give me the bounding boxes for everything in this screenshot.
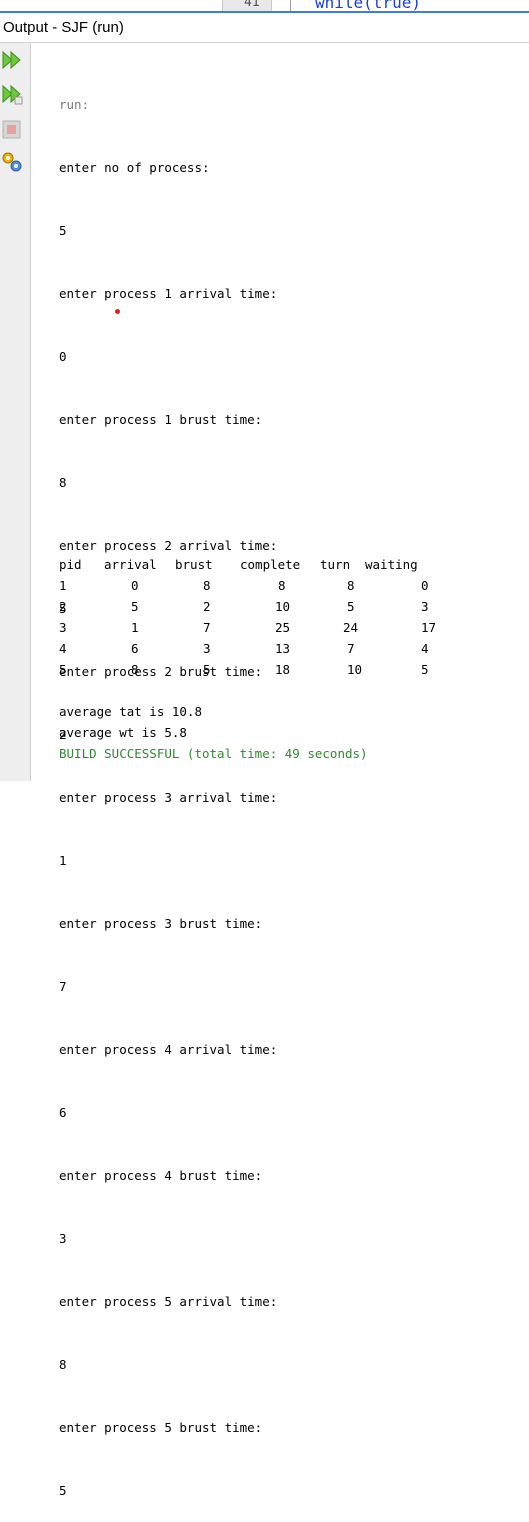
- cell-arrival: 6: [131, 641, 139, 656]
- cell-complete: 18: [275, 662, 291, 677]
- output-line: 0: [59, 349, 67, 364]
- output-line: enter process 3 arrival time:: [59, 790, 278, 805]
- output-line: 7: [59, 979, 67, 994]
- rerun-icon: [2, 50, 21, 70]
- cell-arrival: 0: [131, 578, 139, 593]
- header-waiting: waiting: [365, 557, 418, 572]
- output-line: enter process 1 arrival time:: [59, 286, 278, 301]
- divider: [290, 0, 291, 11]
- output-line: 1: [59, 853, 67, 868]
- output-toolbar: [0, 43, 31, 781]
- cell-waiting: 3: [421, 599, 429, 614]
- cell-turn: 24: [343, 620, 359, 635]
- output-line: enter process 5 brust time:: [59, 1420, 263, 1435]
- cell-waiting: 0: [421, 578, 429, 593]
- output-line: enter process 3 brust time:: [59, 916, 263, 931]
- average-tat-line: average tat is 10.8: [59, 704, 202, 719]
- output-line: 8: [59, 1357, 67, 1372]
- cell-pid: 4: [59, 641, 67, 656]
- rerun-with-options-icon: [2, 84, 23, 105]
- line-number: 41: [244, 0, 260, 10]
- cell-waiting: 17: [421, 620, 437, 635]
- cell-brust: 8: [203, 578, 211, 593]
- cell-complete: 25: [275, 620, 291, 635]
- cell-arrival: 1: [131, 620, 139, 635]
- output-line: enter process 4 brust time:: [59, 1168, 263, 1183]
- cell-waiting: 4: [421, 641, 429, 656]
- header-pid: pid: [59, 557, 82, 572]
- output-line: enter no of process:: [59, 160, 210, 175]
- window-title: Output - SJF (run): [3, 19, 124, 36]
- cell-pid: 2: [59, 599, 67, 614]
- cell-turn: 7: [347, 641, 355, 656]
- stop-icon: [2, 120, 21, 139]
- cell-turn: 5: [347, 599, 355, 614]
- cell-complete: 13: [275, 641, 291, 656]
- cell-pid: 5: [59, 662, 67, 677]
- build-status: BUILD SUCCESSFUL (total time: 49 seconds…: [59, 746, 368, 761]
- cell-brust: 2: [203, 599, 211, 614]
- header-turn: turn: [320, 557, 351, 572]
- output-line: 8: [59, 475, 67, 490]
- cell-brust: 3: [203, 641, 211, 656]
- cell-brust: 7: [203, 620, 211, 635]
- output-line: enter process 5 arrival time:: [59, 1294, 278, 1309]
- output-line: 5: [59, 1483, 67, 1498]
- cell-arrival: 5: [131, 599, 139, 614]
- output-line: enter process 4 arrival time:: [59, 1042, 278, 1057]
- header-brust: brust: [175, 557, 213, 572]
- output-line: 5: [59, 601, 67, 616]
- run-label: run:: [59, 97, 90, 112]
- settings-icon: [2, 152, 22, 172]
- output-line: 6: [59, 1105, 67, 1120]
- cell-pid: 1: [59, 578, 67, 593]
- output-line: enter process 1 brust time:: [59, 412, 263, 427]
- cell-turn: 8: [347, 578, 355, 593]
- cell-brust: 5: [203, 662, 211, 677]
- stop-button[interactable]: [1, 119, 23, 141]
- console-output[interactable]: run: enter no of process: 5 enter proces…: [59, 52, 277, 1522]
- average-wt-line: average wt is 5.8: [59, 725, 187, 740]
- output-line: 5: [59, 223, 67, 238]
- settings-button[interactable]: [1, 151, 23, 173]
- output-line: enter process 2 arrival time:: [59, 538, 278, 553]
- output-window-titlebar[interactable]: Output - SJF (run): [0, 13, 529, 43]
- cell-complete: 10: [275, 599, 291, 614]
- rerun-with-options-button[interactable]: [1, 83, 23, 105]
- breakpoint-marker: [115, 309, 120, 314]
- cell-waiting: 5: [421, 662, 429, 677]
- cell-complete: 8: [278, 578, 286, 593]
- cell-pid: 3: [59, 620, 67, 635]
- cell-arrival: 8: [131, 662, 139, 677]
- output-line: enter process 2 brust time:: [59, 664, 263, 679]
- header-arrival: arrival: [104, 557, 157, 572]
- cell-turn: 10: [347, 662, 363, 677]
- header-complete: complete: [240, 557, 301, 572]
- rerun-button[interactable]: [1, 49, 23, 71]
- output-line: 3: [59, 1231, 67, 1246]
